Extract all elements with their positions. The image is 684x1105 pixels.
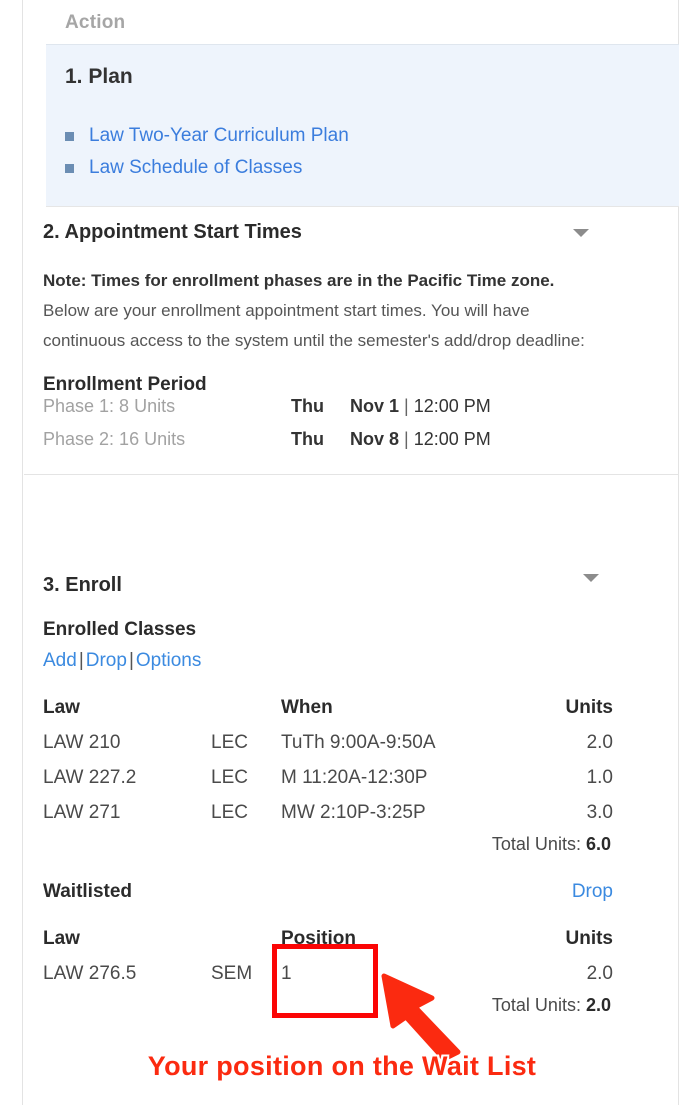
phase-label: Phase 2: 16 Units [43,429,186,449]
enrollment-period-heading: Enrollment Period [43,374,207,395]
cell-when: TuTh 9:00A-9:50A [281,731,436,753]
phase-datetime: Nov 1 | 12:00 PM [350,396,491,417]
link-separator: | [78,650,84,671]
cell-type: LEC [211,766,248,788]
table-header-row: Law Position Units [43,921,613,956]
cell-when: MW 2:10P-3:25P [281,801,426,823]
section-enroll: 3. Enroll Enrolled Classes Add | Drop | Opti… [23,560,680,1016]
cell-units: 1.0 [586,766,613,788]
cell-type: LEC [211,801,248,823]
link-separator: | [128,650,134,671]
header-when: When [281,696,333,718]
header-position: Position [281,927,356,949]
waitlisted-label: Waitlisted [43,881,133,902]
cell-position: 1 [281,962,292,984]
table-row: Phase 1: 8 Units Thu Nov 1 | 12:00 PM [23,396,680,429]
page-title: Action [65,12,126,33]
cell-course: LAW 276.5 [43,962,137,984]
cell-units: 2.0 [586,962,613,984]
cell-course: LAW 210 [43,731,121,753]
header-type [211,690,281,725]
phase-datetime: Nov 8 | 12:00 PM [350,429,491,450]
cell-units: 3.0 [586,801,613,823]
options-link[interactable]: Options [136,650,201,671]
section-divider [24,474,679,475]
annotation-caption: Your position on the Wait List [147,1051,537,1081]
total-units-value: 6.0 [585,834,611,854]
cell-type: LEC [211,731,248,753]
table-row: Phase 2: 16 Units Thu Nov 8 | 12:00 PM [23,429,680,462]
section-appointment-start-times: 2. Appointment Start Times Note: Times f… [23,207,680,475]
square-bullet-icon [65,163,74,173]
cell-course: LAW 271 [43,801,121,823]
list-item[interactable]: Law Two-Year Curriculum Plan [65,120,349,152]
phase-label: Phase 1: 8 Units [43,396,176,416]
header-units: Units [565,927,614,949]
cell-units: 2.0 [586,731,613,753]
table-header-row: Law When Units [43,690,613,725]
phase-time: 12:00 PM [413,396,491,416]
section-appointment-title: 2. Appointment Start Times [43,221,302,243]
timezone-note: Note: Times for enrollment phases are in… [43,271,555,290]
header-course: Law [43,696,80,718]
header-course: Law [43,927,80,949]
section-plan: 1. Plan Law Two-Year Curriculum Plan Law… [46,44,679,207]
table-row: LAW 210 LEC TuTh 9:00A-9:50A 2.0 [43,725,613,760]
phase-separator: | [404,396,409,416]
list-item[interactable]: Law Schedule of Classes [65,152,349,184]
enrolled-classes-heading: Enrolled Classes [43,619,197,640]
phase-separator: | [404,429,409,449]
header-units: Units [565,696,614,718]
phase-day: Thu [291,429,324,449]
drop-link[interactable]: Drop [86,650,127,671]
table-row: LAW 227.2 LEC M 11:20A-12:30P 1.0 [43,760,613,795]
table-row: LAW 271 LEC MW 2:10P-3:25P 3.0 [43,795,613,830]
link-law-two-year-curriculum-plan[interactable]: Law Two-Year Curriculum Plan [89,125,349,147]
cell-when: M 11:20A-12:30P [281,766,428,788]
waitlisted-total-units: Total Units: 2.0 [43,995,611,1016]
table-row: LAW 276.5 SEM 1 2.0 [43,956,613,991]
total-units-label: Total Units: [491,995,581,1015]
section-enroll-title: 3. Enroll [43,574,122,596]
phase-day: Thu [291,396,324,416]
phase-time: 12:00 PM [413,429,491,449]
cell-type: SEM [211,962,253,984]
add-link[interactable]: Add [43,650,77,671]
cell-course: LAW 227.2 [43,766,137,788]
enrollment-panel: Action 1. Plan Law Two-Year Curriculum P… [22,0,679,1105]
enroll-action-links: Add | Drop | Options [23,650,680,672]
section-plan-title: 1. Plan [65,65,133,88]
square-bullet-icon [65,131,74,141]
link-law-schedule-of-classes[interactable]: Law Schedule of Classes [89,157,302,179]
enrolled-total-units: Total Units: 6.0 [43,834,611,855]
plan-link-list: Law Two-Year Curriculum Plan Law Schedul… [65,120,349,184]
enrolled-classes-table: Law When Units LAW 210 LEC TuTh 9:00A-9:… [43,690,613,830]
waitlisted-header-row: Waitlisted Drop [43,881,613,903]
phase-date: Nov 1 [350,396,400,416]
total-units-label: Total Units: [491,834,581,854]
chevron-down-icon[interactable] [583,574,599,582]
waitlisted-table: Law Position Units LAW 276.5 SEM 1 2.0 [43,921,613,991]
waitlisted-drop-link[interactable]: Drop [572,881,613,903]
total-units-value: 2.0 [585,995,611,1015]
phase-date: Nov 8 [350,429,400,449]
chevron-down-icon[interactable] [573,229,589,237]
header-type [211,921,281,956]
appointment-description: Below are your enrollment appointment st… [43,301,585,350]
